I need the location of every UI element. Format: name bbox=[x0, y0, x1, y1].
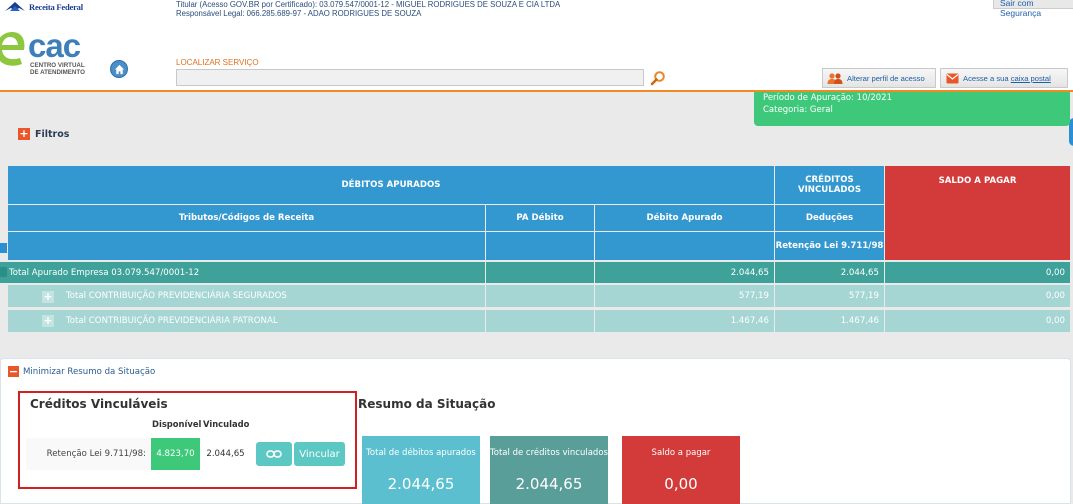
expand-side-button[interactable] bbox=[0, 243, 7, 253]
localizar-servico-input[interactable] bbox=[176, 69, 644, 86]
header-tributos: Tributos/Códigos de Receita bbox=[8, 205, 485, 231]
plus-icon: + bbox=[18, 127, 30, 140]
titular-info: Titular (Acesso GOV.BR por Certificado):… bbox=[176, 0, 560, 18]
periodo-apuracao: Período de Apuração: 10/2021 bbox=[763, 93, 892, 103]
caixa-postal-label: Acesse a sua caixa postal bbox=[963, 74, 1051, 83]
link-icon bbox=[266, 450, 282, 458]
table-cell-saldo: 0,00 bbox=[885, 310, 1070, 332]
disponivel-value: 4.823,70 bbox=[151, 438, 200, 470]
minus-icon: − bbox=[8, 364, 19, 378]
table-cell-pa bbox=[486, 262, 594, 283]
caixa-prefix: Acesse a sua bbox=[963, 73, 1011, 83]
ecac-e-icon bbox=[0, 32, 25, 66]
ecac-sub-line1: CENTRO VIRTUAL bbox=[30, 62, 85, 69]
localizar-servico-label: LOCALIZAR SERVIÇO bbox=[176, 58, 259, 67]
expand-patronal-icon[interactable]: + bbox=[42, 315, 54, 327]
home-icon bbox=[114, 64, 124, 74]
table-cell-debito: 2.044,65 bbox=[595, 262, 774, 283]
col-vinculado: Vinculado bbox=[203, 419, 250, 429]
expand-segurados-icon[interactable]: + bbox=[42, 291, 54, 303]
table-row-label: Total CONTRIBUIÇÃO PREVIDENCIÁRIA SEGURA… bbox=[8, 285, 485, 307]
table-cell-debito: 577,19 bbox=[595, 285, 774, 307]
minimizar-label: Minimizar Resumo da Situação bbox=[23, 366, 156, 377]
card-label: Saldo a pagar bbox=[651, 448, 711, 458]
search-icon[interactable] bbox=[650, 70, 666, 86]
resumo-situacao-title: Resumo da Situação bbox=[358, 397, 496, 411]
table-cell-saldo: 0,00 bbox=[885, 262, 1070, 283]
col-disponivel: Disponível bbox=[152, 419, 202, 429]
table-row-label: Total CONTRIBUIÇÃO PREVIDENCIÁRIA PATRON… bbox=[8, 310, 485, 332]
header-retencao: Retenção Lei 9.711/98 bbox=[775, 232, 884, 260]
header-empty-1 bbox=[8, 232, 485, 260]
card-value: 0,00 bbox=[664, 475, 698, 493]
card-total-debitos: Total de débitos apurados 2.044,65 bbox=[362, 436, 480, 504]
vincular-button[interactable]: Vincular bbox=[294, 442, 345, 466]
credito-label: Retenção Lei 9.711/98: bbox=[26, 438, 150, 470]
alterar-perfil-label: Alterar perfil de acesso bbox=[847, 73, 925, 83]
header-pa-debito: PA Débito bbox=[486, 205, 594, 231]
receita-federal-logo[interactable]: Receita Federal bbox=[4, 0, 83, 14]
vinculado-value: 2.044,65 bbox=[200, 438, 251, 470]
table-cell-debito: 1.467,46 bbox=[595, 310, 774, 332]
ecac-cac-text: cac bbox=[28, 27, 81, 64]
filtros-toggle[interactable]: + Filtros bbox=[18, 128, 69, 140]
minimizar-resumo-toggle[interactable]: − Minimizar Resumo da Situação bbox=[8, 366, 155, 377]
top-header: Receita Federal Titular (Acesso GOV.BR p… bbox=[0, 0, 1073, 92]
caixa-postal-link[interactable]: caixa postal bbox=[1011, 74, 1051, 83]
card-saldo-pagar: Saldo a pagar 0,00 bbox=[622, 436, 740, 504]
alterar-perfil-button[interactable]: Alterar perfil de acesso bbox=[822, 68, 936, 88]
ecac-sub-line2: DE ATENDIMENTO bbox=[30, 69, 85, 76]
card-label: Total de débitos apurados bbox=[366, 448, 476, 458]
periodo-info-panel: Período de Apuração: 10/2021 Categoria: … bbox=[754, 92, 1070, 126]
header-saldo-a-pagar: SALDO A PAGAR bbox=[885, 166, 1070, 260]
card-value: 2.044,65 bbox=[387, 475, 455, 493]
table-cell-credito: 577,19 bbox=[775, 285, 884, 307]
header-creditos-vinculados: CRÉDITOS VINCULADOS bbox=[775, 166, 884, 204]
header-deducoes: Deduções bbox=[775, 205, 884, 231]
link-button[interactable] bbox=[256, 442, 292, 466]
caixa-postal-button[interactable]: Acesse a sua caixa postal bbox=[940, 68, 1068, 88]
header-debito-apurado: Débito Apurado bbox=[595, 205, 774, 231]
header-debitos-apurados: DÉBITOS APURADOS bbox=[8, 166, 774, 204]
ecac-subtitle: CENTRO VIRTUAL DE ATENDIMENTO bbox=[30, 62, 85, 76]
categoria: Categoria: Geral bbox=[763, 105, 833, 115]
users-icon bbox=[827, 72, 843, 84]
home-button[interactable] bbox=[110, 60, 128, 78]
table-cell-pa bbox=[486, 310, 594, 332]
card-label: Total de créditos vinculados bbox=[490, 448, 608, 458]
mail-icon bbox=[946, 73, 959, 83]
creditos-vinculaveis-title: Créditos Vinculáveis bbox=[30, 397, 168, 411]
card-total-creditos: Total de créditos vinculados 2.044,65 bbox=[490, 436, 608, 504]
filtros-label: Filtros bbox=[35, 128, 70, 140]
table-cell-credito: 2.044,65 bbox=[775, 262, 884, 283]
ecac-logo[interactable]: cac CENTRO VIRTUAL DE ATENDIMENTO bbox=[0, 24, 110, 84]
sair-button[interactable]: Sair com Segurança bbox=[993, 0, 1073, 18]
card-value: 2.044,65 bbox=[515, 475, 583, 493]
responsavel-line: Responsável Legal: 066.285.689-97 - ADAO… bbox=[176, 8, 422, 18]
collapse-total-button[interactable] bbox=[0, 267, 7, 277]
table-cell-saldo: 0,00 bbox=[885, 285, 1070, 307]
header-empty-2 bbox=[486, 232, 594, 260]
brand-name: Receita Federal bbox=[29, 2, 83, 12]
receita-federal-bird-icon bbox=[5, 2, 25, 11]
table-cell-pa bbox=[486, 285, 594, 307]
table-cell-credito: 1.467,46 bbox=[775, 310, 884, 332]
table-row-label: Total Apurado Empresa 03.079.547/0001-12 bbox=[0, 262, 485, 283]
header-empty-3 bbox=[595, 232, 774, 260]
